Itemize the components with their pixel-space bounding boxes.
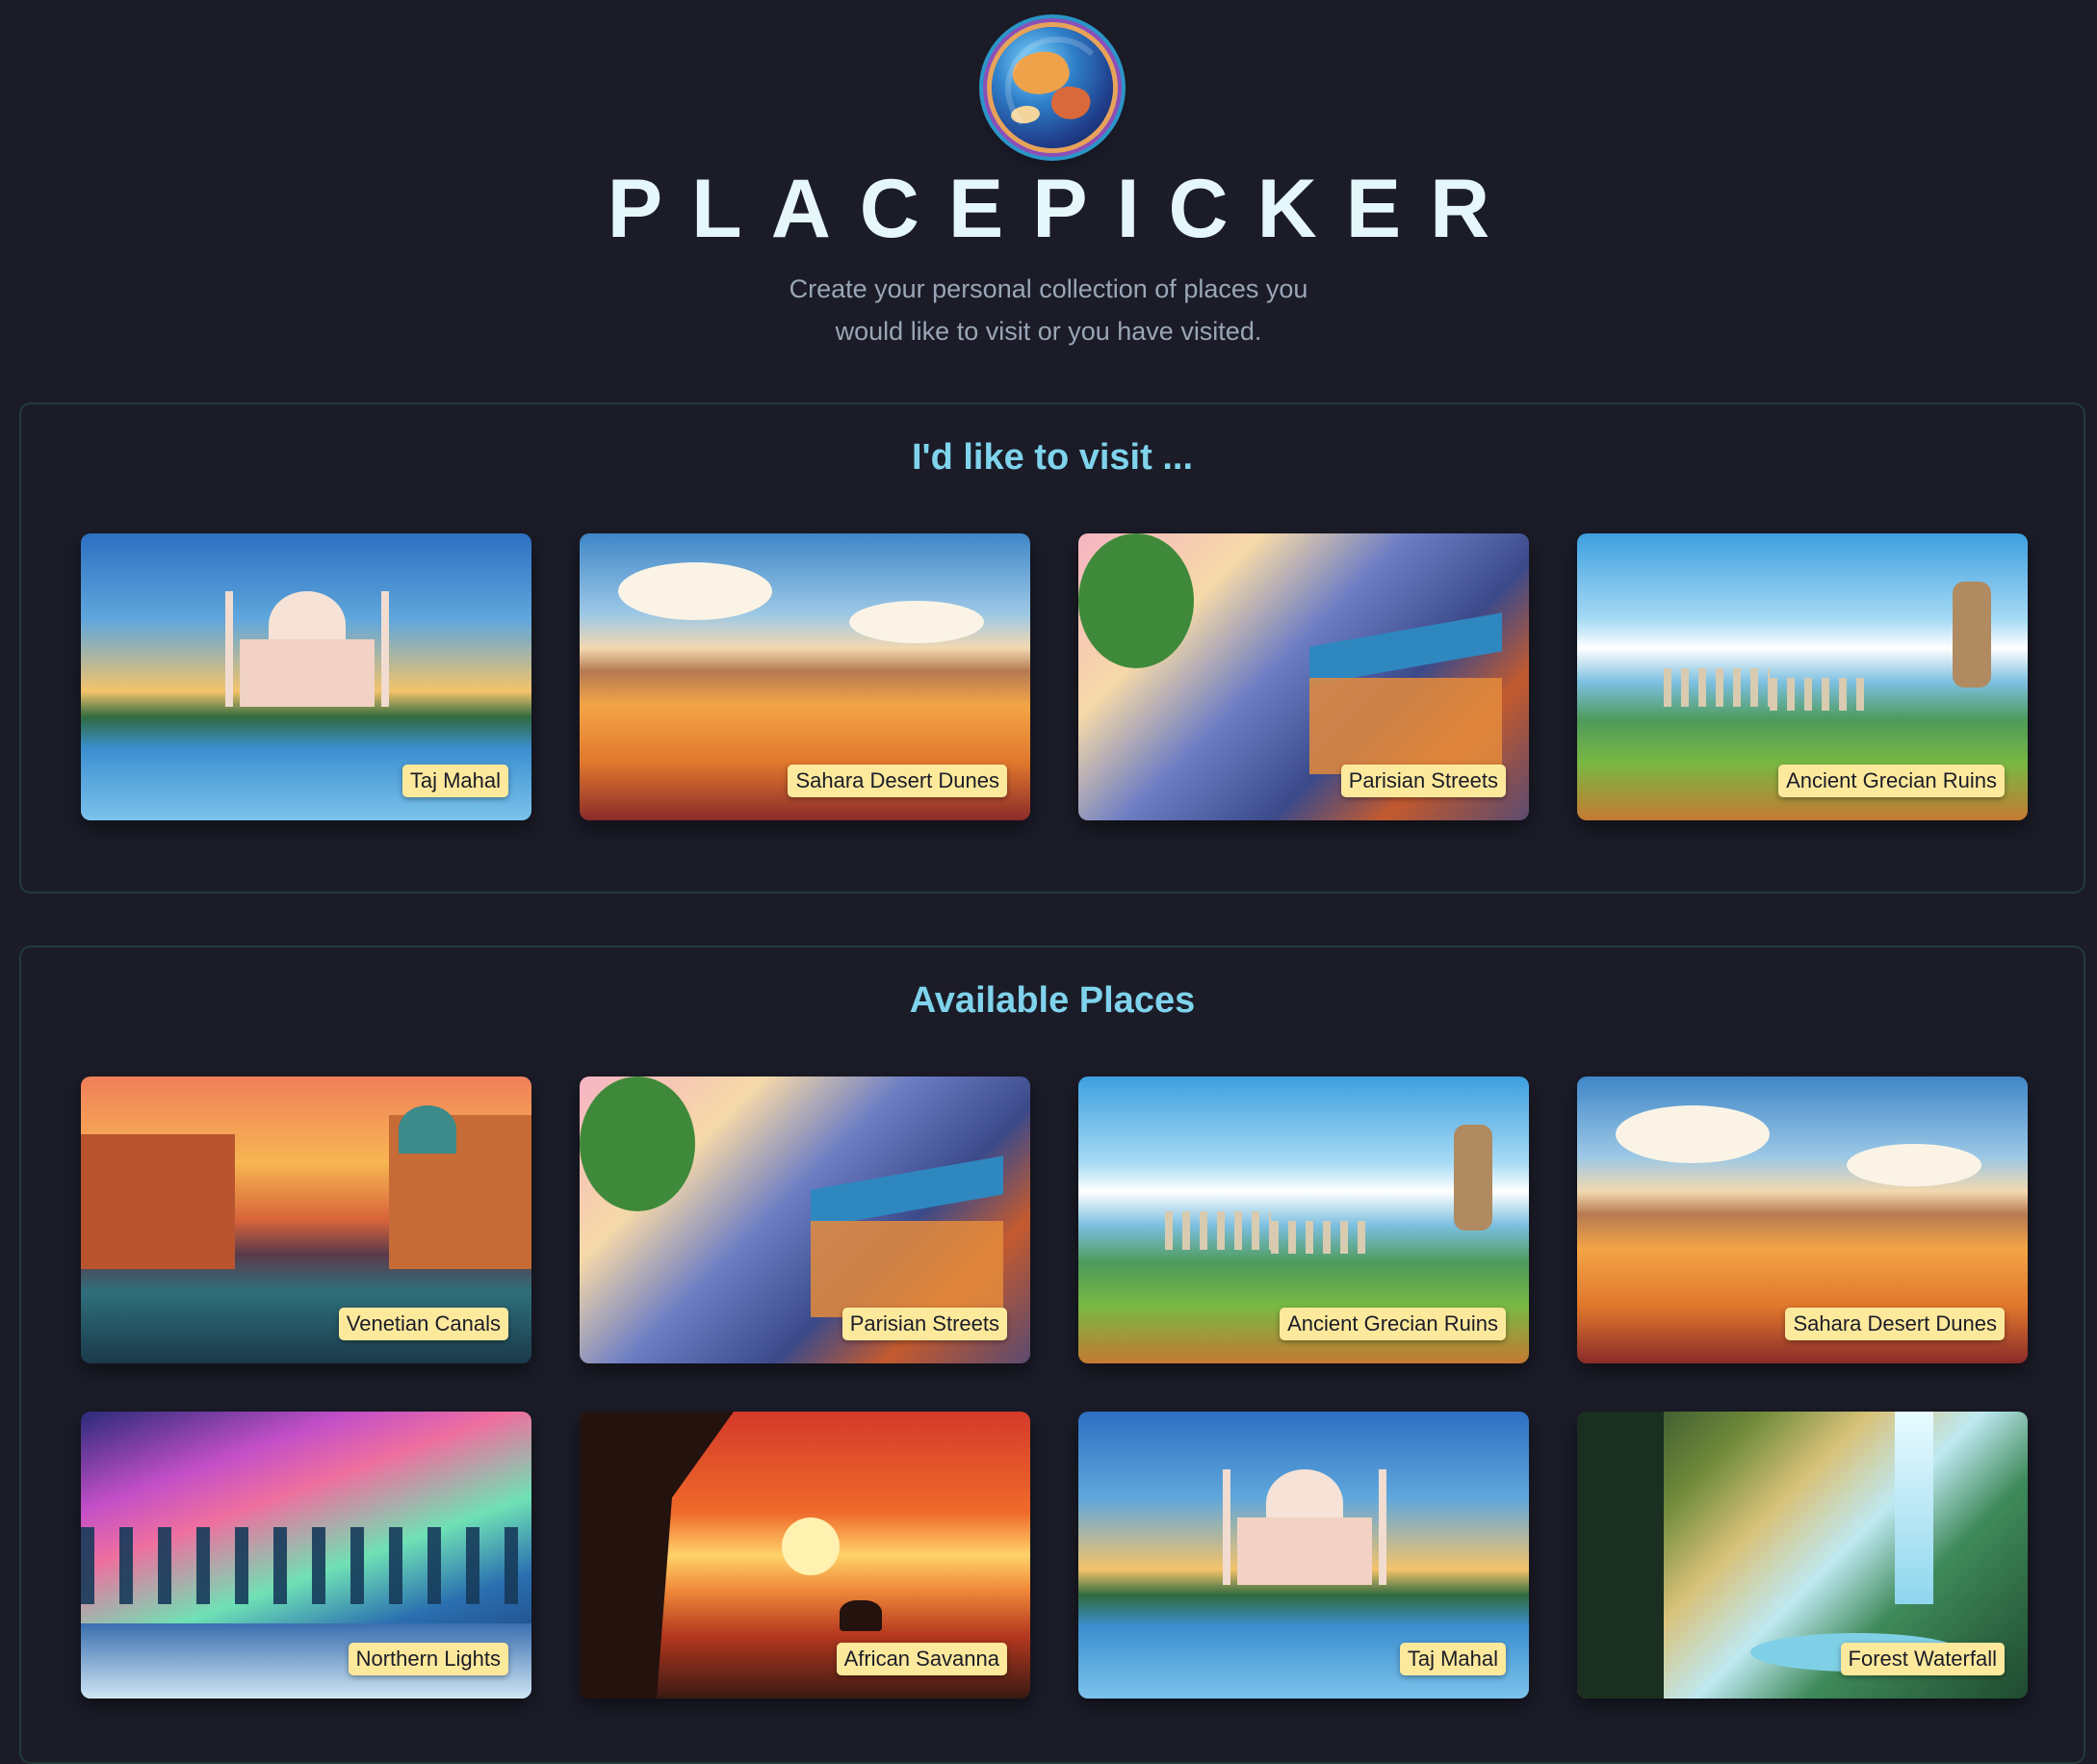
place-label: Ancient Grecian Ruins [1778, 765, 2005, 797]
app-title: PLACEPICKER [607, 163, 1519, 255]
place-card-sahara-desert-dunes[interactable]: Sahara Desert Dunes [580, 533, 1030, 820]
globe-logo-icon [992, 27, 1113, 148]
section-title: I'd like to visit ... [912, 437, 1193, 478]
place-label: Parisian Streets [841, 1308, 1007, 1340]
place-label: African Savanna [836, 1643, 1007, 1675]
place-card-parisian-streets[interactable]: Parisian Streets [1078, 533, 1529, 820]
selected-places-section: I'd like to visit ... Taj Mahal Sahara D… [19, 402, 2085, 894]
place-card-venetian-canals[interactable]: Venetian Canals [81, 1077, 531, 1363]
place-label: Ancient Grecian Ruins [1280, 1308, 1506, 1340]
place-label: Taj Mahal [401, 765, 508, 797]
place-label: Forest Waterfall [1840, 1643, 2005, 1675]
app-header: PLACEPICKER Create your personal collect… [0, 0, 2097, 385]
available-places-section: Available Places Venetian Canals Parisia… [19, 946, 2085, 1764]
place-card-forest-waterfall[interactable]: Forest Waterfall [1577, 1412, 2028, 1699]
place-card-african-savanna[interactable]: African Savanna [580, 1412, 1030, 1699]
place-card-taj-mahal[interactable]: Taj Mahal [1078, 1412, 1529, 1699]
place-card-sahara-desert-dunes[interactable]: Sahara Desert Dunes [1577, 1077, 2028, 1363]
place-label: Venetian Canals [338, 1308, 508, 1340]
place-label: Northern Lights [348, 1643, 508, 1675]
place-card-parisian-streets[interactable]: Parisian Streets [580, 1077, 1030, 1363]
place-label: Sahara Desert Dunes [788, 765, 1007, 797]
place-label: Sahara Desert Dunes [1785, 1308, 2005, 1340]
section-title: Available Places [909, 980, 1196, 1021]
place-card-ancient-grecian-ruins[interactable]: Ancient Grecian Ruins [1577, 533, 2028, 820]
place-card-northern-lights[interactable]: Northern Lights [81, 1412, 531, 1699]
place-card-taj-mahal[interactable]: Taj Mahal [81, 533, 531, 820]
place-card-ancient-grecian-ruins[interactable]: Ancient Grecian Ruins [1078, 1077, 1529, 1363]
place-label: Taj Mahal [1399, 1643, 1506, 1675]
place-label: Parisian Streets [1340, 765, 1506, 797]
app-subtitle: Create your personal collection of place… [789, 274, 1308, 346]
